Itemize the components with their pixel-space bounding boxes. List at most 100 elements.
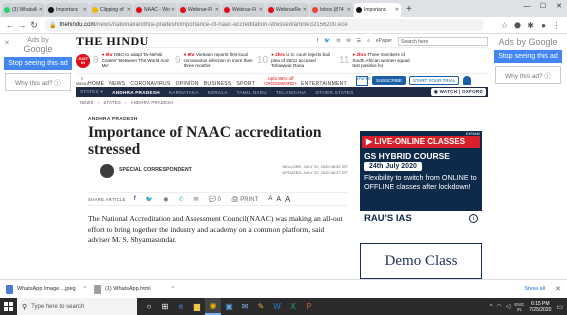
close-window-button[interactable]: ✕ <box>551 0 567 13</box>
why-this-ad-button[interactable]: Why this ad? ⓘ <box>495 66 561 84</box>
share-twitter-icon[interactable]: 🐦 <box>146 196 153 203</box>
minimize-button[interactable]: — <box>519 0 535 13</box>
more-menu-icon[interactable]: ⋮ <box>550 21 563 30</box>
close-tab-icon[interactable]: ✕ <box>395 7 399 13</box>
wifi-icon[interactable]: ◠ <box>496 303 501 310</box>
mail-icon[interactable]: ✉ <box>237 298 253 315</box>
crumb-news[interactable]: NEWS <box>80 100 94 105</box>
share-whatsapp-icon[interactable]: ✆ <box>178 196 183 203</box>
tab[interactable]: NAAC - Wo ✕ <box>134 3 177 17</box>
site-logo[interactable]: THE HINDU <box>76 35 149 49</box>
twitter-icon[interactable]: 🐦 <box>324 38 330 44</box>
rau-ias-ad[interactable]: EXPAND ▶ LIVE-ONLINE CLASSES GS HYBRID C… <box>360 131 482 226</box>
state-andhra-pradesh[interactable]: ANDHRA PRADESH <box>112 90 160 95</box>
close-downloads-icon[interactable]: ✕ <box>555 285 561 293</box>
close-tab-icon[interactable]: ✕ <box>215 7 219 13</box>
tab[interactable]: (3) WhatsA ✕ <box>2 3 45 17</box>
article-kicker[interactable]: ANDHRA PRADESH <box>88 117 348 122</box>
tab[interactable]: WebinarRe ✕ <box>266 3 309 17</box>
comments-button[interactable]: 💬 0 <box>209 196 221 203</box>
share-facebook-icon[interactable]: f <box>134 196 136 202</box>
language-indicator[interactable]: ENG IN <box>514 302 524 312</box>
user-account-icon[interactable] <box>463 76 472 85</box>
tab-active[interactable]: Importanc ✕ <box>354 3 401 17</box>
star-icon[interactable]: ☆ <box>498 21 511 30</box>
close-tab-icon[interactable]: ✕ <box>259 7 263 13</box>
crumb-states[interactable]: STATES <box>103 100 120 105</box>
crossword-offer[interactable]: Upto 85% off CROSSWORD+ <box>264 76 297 86</box>
ticker-item[interactable]: 11 ● 2hrs Three members of South African … <box>339 52 418 69</box>
nav-opinion[interactable]: OPINION <box>176 81 199 87</box>
powerpoint-icon[interactable]: P <box>301 298 317 315</box>
close-tab-icon[interactable]: ✕ <box>127 7 131 13</box>
nav-home[interactable]: HOME <box>88 81 104 87</box>
download-item[interactable]: WhatsApp Image....jpeg ^ <box>6 284 86 294</box>
paint-icon[interactable]: ✎ <box>253 298 269 315</box>
print-button[interactable]: 🖨 PRINT <box>231 196 258 203</box>
chevron-up-icon[interactable]: ^ <box>84 286 86 292</box>
chrome-icon[interactable]: ◉ <box>205 298 221 315</box>
subscribe-button[interactable]: SUBSCRIBE <box>371 76 406 85</box>
profile-icon[interactable]: ● <box>537 21 550 30</box>
show-all-button[interactable]: Show all <box>524 286 545 292</box>
ticker-item[interactable]: 10 ● 2hrs U.S. court rejects bail plea of… <box>257 52 336 69</box>
epaper-button[interactable]: ePAPER <box>355 75 371 86</box>
tab[interactable]: Inbox (874 ✕ <box>310 3 353 17</box>
nav-entertainment[interactable]: ENTERTAINMENT <box>301 81 347 87</box>
facebook-icon[interactable]: f <box>317 38 318 44</box>
state-kerala[interactable]: KERALA <box>208 90 228 95</box>
close-tab-icon[interactable]: ✕ <box>303 7 307 13</box>
close-tab-icon[interactable]: ✕ <box>171 7 175 13</box>
taskbar-search-input[interactable]: ⚲ Type here to search <box>17 298 137 315</box>
task-view-icon[interactable]: ○ <box>141 298 157 315</box>
clock[interactable]: 6:15 PM 7/25/2020 <box>529 301 551 313</box>
state-karnataka[interactable]: KARNATAKA <box>169 90 199 95</box>
author-name[interactable]: SPECIAL CORRESPONDENT <box>119 167 192 173</box>
search-icon[interactable]: ⌕ <box>367 38 370 44</box>
multitask-icon[interactable]: ⊞ <box>157 298 173 315</box>
nav-business[interactable]: BUSINESS <box>204 81 232 87</box>
tab[interactable]: Webinar-Fi ✕ <box>178 3 221 17</box>
nav-coronavirus[interactable]: CORONAVIRUS <box>130 81 170 87</box>
maximize-button[interactable]: ☐ <box>535 0 551 13</box>
reload-button[interactable]: ↻ <box>28 20 40 31</box>
crumb-andhra-pradesh[interactable]: ANDHRA PRADESH <box>131 100 174 105</box>
hamburger-menu-button[interactable]: ≡ MENU <box>76 76 88 86</box>
back-button[interactable]: ← <box>4 20 16 30</box>
mail-icon[interactable]: ✉ <box>346 38 350 44</box>
forward-button[interactable]: → <box>16 20 28 30</box>
notification-icon[interactable]: ▭ <box>556 303 563 311</box>
store-icon[interactable]: ▣ <box>221 298 237 315</box>
why-this-ad-button[interactable]: Why this ad? ⓘ <box>5 73 71 91</box>
nav-news[interactable]: NEWS <box>109 81 125 87</box>
stop-seeing-ad-button[interactable]: Stop seeing this ad <box>494 50 562 63</box>
states-dropdown[interactable]: STATES ▾ <box>80 89 103 95</box>
excel-icon[interactable]: X <box>285 298 301 315</box>
tray-chevron-icon[interactable]: ^ <box>490 304 493 310</box>
linkedin-icon[interactable]: in <box>336 38 340 44</box>
ticker-item[interactable]: 8 ● 9hr HBO to adapt Ta-Nehisi Coates' 'B… <box>93 52 172 69</box>
close-tab-icon[interactable]: ✕ <box>39 7 43 13</box>
watch-oxford-button[interactable]: ◉ WATCH | OXFORD <box>430 88 486 96</box>
ad-close-icon[interactable]: ✕ <box>4 39 10 47</box>
tab[interactable]: Webinar-Fi ✕ <box>222 3 265 17</box>
puzzle-icon[interactable]: ✱ <box>524 21 537 30</box>
start-button[interactable] <box>0 298 17 315</box>
menu-icon[interactable]: ☰ <box>357 38 361 44</box>
edge-icon[interactable]: e <box>173 298 189 315</box>
demo-class-ad[interactable]: Demo Class <box>360 243 482 279</box>
epaper-link[interactable]: ePaper <box>376 38 392 44</box>
info-icon[interactable]: i <box>469 214 478 223</box>
share-email-icon[interactable]: ✉ <box>194 196 199 203</box>
file-explorer-icon[interactable]: ▆ <box>189 298 205 315</box>
word-icon[interactable]: W <box>269 298 285 315</box>
state-telangana[interactable]: TELANGANA <box>276 90 307 95</box>
start-trial-button[interactable]: START YOUR TRIAL <box>408 76 460 85</box>
font-small-button[interactable]: A <box>268 196 272 202</box>
download-item[interactable]: (1) WhatsApp.html ^ <box>94 284 174 294</box>
font-large-button[interactable]: A <box>285 195 290 204</box>
font-medium-button[interactable]: A <box>276 196 281 203</box>
tab[interactable]: Importanc ✕ <box>46 3 89 17</box>
volume-icon[interactable]: ◁ <box>506 303 511 310</box>
site-search-input[interactable]: Search here <box>398 36 488 46</box>
